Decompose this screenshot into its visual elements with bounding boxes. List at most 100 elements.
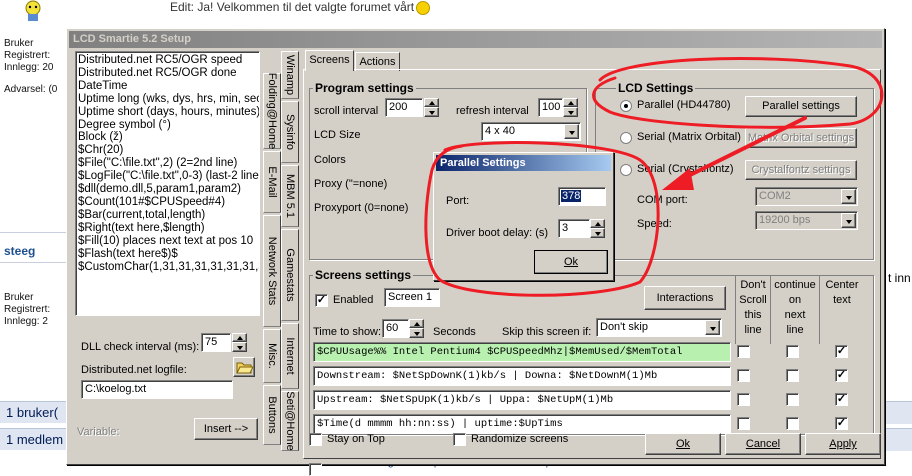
chevron-down-icon[interactable] <box>841 189 856 204</box>
continue-line-checkbox[interactable] <box>786 393 799 406</box>
spin-up-button[interactable] <box>232 333 247 342</box>
center-text-checkbox[interactable]: ✓ <box>835 417 848 430</box>
cancel-button[interactable]: Cancel <box>725 433 801 455</box>
skip-condition-select[interactable]: Don't skip <box>596 318 722 337</box>
port-input[interactable]: 378 <box>558 187 606 206</box>
screen-line-3-input[interactable]: Upstream: $NetSpUpK(1)kb/s | Uppa: $NetU… <box>313 390 731 410</box>
variable-item[interactable]: $Bar(current,total,length) <box>78 209 257 222</box>
interactions-button[interactable]: Interactions <box>644 286 726 310</box>
popup-titlebar[interactable]: Parallel Settings <box>436 155 611 171</box>
variable-item[interactable]: $File("C:\file.txt",2) (2=2nd line) <box>78 157 257 170</box>
spin-up-button[interactable] <box>409 319 424 328</box>
spin-down-button[interactable] <box>409 328 424 338</box>
variable-item[interactable]: DateTime <box>78 80 257 93</box>
variable-item[interactable]: $Flash(text here$)$ <box>78 248 257 261</box>
randomize-screens-label: Randomize screens <box>471 433 569 445</box>
variable-item[interactable]: Degree symbol (°) <box>78 119 257 132</box>
spin-up-button[interactable] <box>424 98 439 107</box>
insert-button[interactable]: Insert --> <box>194 418 258 440</box>
vtab-buttons[interactable]: Buttons <box>263 385 281 445</box>
spin-up-button[interactable] <box>563 98 578 107</box>
driver-delay-spinner[interactable] <box>590 219 605 238</box>
vtab-gamestats[interactable]: Gamestats <box>281 229 299 321</box>
variable-item[interactable]: $Chr(20) <box>78 144 257 157</box>
screen-line-1-input[interactable]: $CPUUsage%% Intel Pentium4 $CPUSpeedMhz|… <box>313 342 731 362</box>
post-divider <box>0 232 70 233</box>
spin-down-button[interactable] <box>424 107 439 117</box>
vtab-internet[interactable]: Internet <box>281 323 299 389</box>
apply-button[interactable]: Apply <box>805 433 881 455</box>
spin-down-button[interactable] <box>563 107 578 117</box>
scroll-interval-spinner[interactable] <box>424 98 439 117</box>
spin-up-button[interactable] <box>590 219 605 228</box>
tab-screens[interactable]: Screens <box>305 50 354 71</box>
center-text-checkbox[interactable]: ✓ <box>835 369 848 382</box>
driver-delay-input[interactable]: 3 <box>558 219 590 238</box>
vtab-misc-[interactable]: Misc. <box>263 329 281 383</box>
dont-scroll-checkbox[interactable] <box>737 393 750 406</box>
serial-matrix-radio[interactable] <box>620 132 632 144</box>
com-port-select[interactable]: COM2 <box>755 187 858 206</box>
ok-button[interactable]: Ok <box>645 433 721 455</box>
variable-item[interactable]: $Fill(10) places next text at pos 10 <box>78 235 257 248</box>
chevron-down-icon[interactable] <box>705 320 720 335</box>
variable-item[interactable]: Uptime short (days, hours, minutes) <box>78 106 259 119</box>
dont-scroll-checkbox[interactable] <box>737 369 750 382</box>
vtab-network-stats[interactable]: Network Stats <box>263 215 281 327</box>
serial-crystalfontz-radio[interactable] <box>620 164 632 176</box>
variable-list[interactable]: Distributed.net RC5/OGR speed Distributed… <box>75 51 260 316</box>
spin-down-button[interactable] <box>590 228 605 238</box>
dll-interval-input[interactable]: 75 <box>201 333 231 352</box>
vtab-mbm-5-1[interactable]: MBM 5.1 <box>281 165 299 227</box>
screen-line-2-input[interactable]: Downstream: $NetSpDownK(1)kb/s | Downa: … <box>313 366 731 386</box>
variable-item[interactable]: $LogFile("C:\file.txt",0-3) (last-2 line… <box>78 170 259 183</box>
chevron-down-icon[interactable] <box>564 124 579 139</box>
variable-item[interactable]: Distributed.net RC5/OGR done <box>78 67 257 80</box>
time-to-show-input[interactable]: 60 <box>382 319 409 338</box>
variable-item[interactable]: Uptime long (wks, dys, hrs, min, sec) <box>78 93 259 106</box>
center-text-checkbox[interactable]: ✓ <box>835 345 848 358</box>
continue-line-checkbox[interactable] <box>786 417 799 430</box>
variable-item[interactable]: Distributed.net RC5/OGR speed <box>78 54 257 67</box>
randomize-screens-checkbox[interactable] <box>453 433 466 446</box>
browse-folder-button[interactable] <box>233 357 255 377</box>
continue-line-checkbox[interactable] <box>786 345 799 358</box>
scroll-interval-input[interactable]: 200 <box>385 98 423 117</box>
variable-item[interactable]: $dll(demo.dll,5,param1,param2) <box>78 183 257 196</box>
stay-on-top-checkbox[interactable] <box>309 433 322 446</box>
dont-scroll-checkbox[interactable] <box>737 345 750 358</box>
enabled-checkbox[interactable]: ✓ <box>315 294 328 307</box>
variable-item[interactable]: $Right(text here,$length) <box>78 222 257 235</box>
parallel-radio[interactable] <box>620 100 632 112</box>
logfile-input[interactable]: C:\koelog.txt <box>81 380 233 399</box>
variable-item[interactable]: Block (ž) <box>78 131 257 144</box>
crystalfontz-settings-button[interactable]: Crystalfontz settings <box>745 160 857 180</box>
continue-line-checkbox[interactable] <box>786 369 799 382</box>
refresh-interval-spinner[interactable] <box>563 98 578 117</box>
post-username[interactable]: steeg <box>4 244 35 258</box>
post-text-fragment: t inn <box>888 271 911 285</box>
center-text-checkbox[interactable]: ✓ <box>835 393 848 406</box>
dialog-titlebar[interactable]: LCD Smartie 5.2 Setup <box>69 31 882 48</box>
speed-select[interactable]: 19200 bps <box>755 211 858 230</box>
vtab-sysinfo[interactable]: Sysinfo <box>281 101 299 163</box>
dll-interval-spinner[interactable] <box>232 333 247 352</box>
vtab-e-mail[interactable]: E-Mail <box>263 151 281 213</box>
screens-settings-title: Screens settings <box>313 268 414 282</box>
variable-item[interactable]: $CustomChar(1,31,31,31,31,31,31,31,31) <box>78 261 259 274</box>
parallel-settings-button[interactable]: Parallel settings <box>745 96 857 117</box>
variable-item[interactable]: $Count(101#$CPUSpeed#4) <box>78 196 257 209</box>
popup-ok-button[interactable]: Ok <box>534 250 608 274</box>
dont-scroll-checkbox[interactable] <box>737 417 750 430</box>
vtab-winamp[interactable]: Winamp <box>281 51 299 99</box>
screen-line-4-input[interactable]: $Time(d mmmm hh:nn:ss) | uptime:$UpTims <box>313 414 731 434</box>
matrix-orbital-settings-button[interactable]: Matrix Orbital settings <box>745 128 857 148</box>
chevron-down-icon[interactable] <box>841 213 856 228</box>
vtab-folding-home[interactable]: Folding@Home <box>263 73 281 149</box>
vtab-seti-home[interactable]: Seti@Home <box>281 391 299 451</box>
lcd-size-select[interactable]: 4 x 40 <box>481 122 581 141</box>
spin-down-button[interactable] <box>232 342 247 352</box>
screen-select[interactable]: Screen 1 <box>384 288 440 307</box>
refresh-interval-input[interactable]: 100 <box>538 98 563 117</box>
time-to-show-spinner[interactable] <box>409 319 424 338</box>
